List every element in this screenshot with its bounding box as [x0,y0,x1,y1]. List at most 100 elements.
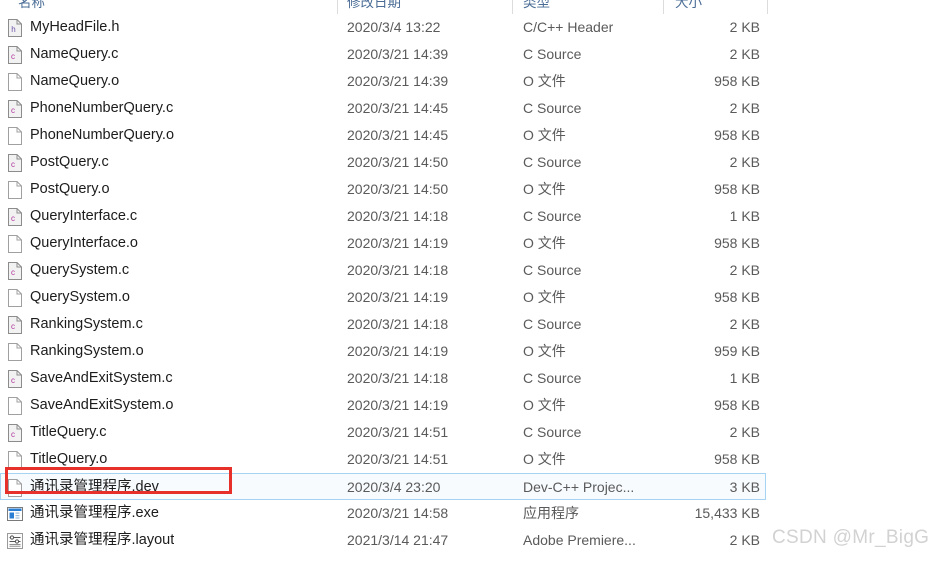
file-type-cell: C Source [523,154,582,170]
file-type-cell: O 文件 [523,73,566,89]
file-row[interactable]: h MyHeadFile.h 2020/3/4 13:22 C/C++ Header 2… [0,14,766,41]
svg-text:c: c [11,268,15,277]
column-header-date-modified[interactable]: 修改日期 [347,0,401,15]
file-row[interactable]: PhoneNumberQuery.o 2020/3/21 14:45 O 文件 958… [0,122,766,149]
file-row[interactable]: QueryInterface.o 2020/3/21 14:19 O 文件 958 K… [0,230,766,257]
file-date-cell: 2020/3/21 14:58 [347,505,449,521]
file-date-cell: 2020/3/21 14:18 [347,316,449,332]
file-size-cell: 2 KB [729,316,760,332]
column-divider-type-size[interactable] [663,0,664,14]
file-size-cell: 958 KB [714,73,760,89]
blank-file-icon [6,343,24,361]
svg-text:c: c [11,52,15,61]
file-type-cell: C Source [523,208,582,224]
file-date-cell: 2020/3/21 14:50 [347,154,449,170]
file-row[interactable]: QuerySystem.o 2020/3/21 14:19 O 文件 958 KB [0,284,766,311]
blank-file-icon [6,397,24,415]
column-header-row[interactable]: 名称 修改日期 类型 大小 [0,0,948,15]
file-row[interactable]: TitleQuery.o 2020/3/21 14:51 O 文件 958 KB [0,446,766,473]
file-size-cell: 958 KB [714,181,760,197]
file-date-cell: 2020/3/21 14:18 [347,370,449,386]
file-row[interactable]: NameQuery.o 2020/3/21 14:39 O 文件 958 KB [0,68,766,95]
column-divider-size-end[interactable] [767,0,768,14]
file-type-cell: O 文件 [523,397,566,413]
column-divider-name-date[interactable] [337,0,338,14]
c-source-file-icon: c [6,46,24,64]
file-type-cell: C Source [523,316,582,332]
file-type-cell: C Source [523,370,582,386]
column-header-name[interactable]: 名称 [18,0,45,15]
file-size-cell: 2 KB [729,100,760,116]
c-source-file-icon: c [6,154,24,172]
blank-file-icon [6,235,24,253]
file-name-cell: PhoneNumberQuery.o [30,127,175,143]
blank-file-icon [6,289,24,307]
file-row[interactable]: c QuerySystem.c 2020/3/21 14:18 C Source 2 K… [0,257,766,284]
file-size-cell: 2 KB [729,154,760,170]
file-row[interactable]: c RankingSystem.c 2020/3/21 14:18 C Source 2… [0,311,766,338]
file-name-cell: RankingSystem.c [30,316,143,332]
file-size-cell: 958 KB [714,397,760,413]
file-type-cell: O 文件 [523,235,566,251]
c-source-file-icon: c [6,208,24,226]
file-row[interactable]: c SaveAndExitSystem.c 2020/3/21 14:18 C Sou… [0,365,766,392]
svg-text:c: c [11,376,15,385]
layout-settings-icon [6,532,24,550]
c-source-file-icon: c [6,100,24,118]
column-divider-date-type[interactable] [512,0,513,14]
file-date-cell: 2020/3/4 13:22 [347,19,441,35]
file-size-cell: 958 KB [714,235,760,251]
file-date-cell: 2020/3/21 14:19 [347,397,449,413]
file-row[interactable]: 通讯录管理程序.layout 2021/3/14 21:47 Adobe Premi… [0,527,766,554]
file-name-cell: MyHeadFile.h [30,19,120,35]
file-size-cell: 3 KB [729,479,760,495]
file-type-cell: O 文件 [523,343,566,359]
file-type-cell: C Source [523,262,582,278]
file-size-cell: 959 KB [714,343,760,359]
file-type-cell: O 文件 [523,289,566,305]
blank-file-icon [6,73,24,91]
file-size-cell: 1 KB [729,370,760,386]
file-list-body[interactable]: h MyHeadFile.h 2020/3/4 13:22 C/C++ Header 2… [0,14,948,554]
file-name-cell: PostQuery.c [30,154,109,170]
file-name-cell: SaveAndExitSystem.o [30,397,174,413]
file-row[interactable]: c TitleQuery.c 2020/3/21 14:51 C Source 2 KB [0,419,766,446]
file-row[interactable]: 通讯录管理程序.dev 2020/3/4 23:20 Dev-C++ Projec.… [0,473,766,500]
file-name-cell: QueryInterface.o [30,235,138,251]
file-size-cell: 2 KB [729,19,760,35]
file-row[interactable]: c PostQuery.c 2020/3/21 14:50 C Source 2 KB [0,149,766,176]
file-name-cell: TitleQuery.c [30,424,107,440]
file-date-cell: 2020/3/21 14:51 [347,451,449,467]
file-row[interactable]: c QueryInterface.c 2020/3/21 14:18 C Source… [0,203,766,230]
file-name-cell: QuerySystem.o [30,289,130,305]
file-explorer-list-view[interactable]: 名称 修改日期 类型 大小 h MyHeadFile.h 2020/3/4 13:2… [0,0,948,562]
c-source-file-icon: c [6,370,24,388]
file-name-cell: NameQuery.o [30,73,120,89]
file-name-cell: 通讯录管理程序.layout [30,532,175,548]
file-row[interactable]: RankingSystem.o 2020/3/21 14:19 O 文件 959 KB [0,338,766,365]
file-row[interactable]: PostQuery.o 2020/3/21 14:50 O 文件 958 KB [0,176,766,203]
file-name-cell: RankingSystem.o [30,343,144,359]
svg-text:c: c [11,322,15,331]
file-size-cell: 2 KB [729,46,760,62]
file-size-cell: 2 KB [729,262,760,278]
blank-file-icon [6,451,24,469]
file-row[interactable]: 通讯录管理程序.exe 2020/3/21 14:58 应用程序 15,433 KB [0,500,766,527]
file-date-cell: 2020/3/4 23:20 [347,479,441,495]
file-date-cell: 2020/3/21 14:19 [347,343,449,359]
column-header-type[interactable]: 类型 [523,0,550,15]
c-source-file-icon: c [6,316,24,334]
application-exe-icon [6,505,24,523]
file-name-cell: QuerySystem.c [30,262,130,278]
file-row[interactable]: c NameQuery.c 2020/3/21 14:39 C Source 2 KB [0,41,766,68]
h-source-file-icon: h [6,19,24,37]
file-row[interactable]: SaveAndExitSystem.o 2020/3/21 14:19 O 文件 95… [0,392,766,419]
file-date-cell: 2020/3/21 14:50 [347,181,449,197]
file-size-cell: 958 KB [714,289,760,305]
blank-file-icon [6,479,24,497]
blank-file-icon [6,127,24,145]
file-row[interactable]: c PhoneNumberQuery.c 2020/3/21 14:45 C Sour… [0,95,766,122]
column-header-size[interactable]: 大小 [675,0,702,15]
file-date-cell: 2020/3/21 14:18 [347,208,449,224]
file-type-cell: O 文件 [523,451,566,467]
